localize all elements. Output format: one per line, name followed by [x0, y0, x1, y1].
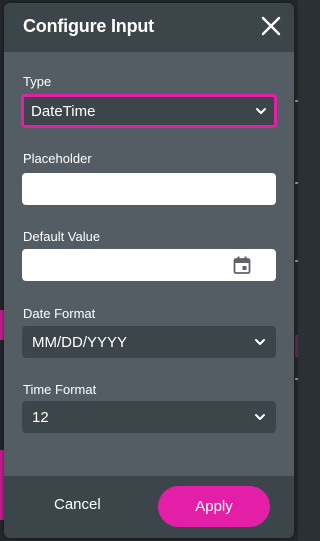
chevron-down-icon: [255, 339, 265, 345]
chevron-down-icon: [255, 414, 265, 420]
default-value-input[interactable]: [22, 249, 276, 281]
dialog-header: Configure Input: [4, 3, 294, 52]
backdrop-divider: [295, 100, 298, 102]
date-format-label: Date Format: [23, 306, 96, 321]
placeholder-input[interactable]: [22, 173, 276, 205]
dialog-footer: Cancel Apply: [4, 476, 294, 538]
dialog-title: Configure Input: [23, 16, 154, 36]
type-select[interactable]: DateTime: [21, 94, 277, 128]
placeholder-label: Placeholder: [23, 151, 92, 166]
chevron-down-icon: [256, 108, 266, 114]
type-label: Type: [23, 74, 52, 89]
time-format-value: 12: [32, 409, 49, 426]
type-select-value: DateTime: [31, 103, 96, 120]
backdrop-divider: [295, 182, 298, 184]
backdrop-divider: [295, 378, 298, 380]
date-format-value: MM/DD/YYYY: [32, 334, 128, 351]
configure-input-dialog: Configure Input Type DateTime Placeholde…: [4, 3, 294, 538]
time-format-select[interactable]: 12: [22, 401, 276, 433]
backdrop-divider: [295, 260, 298, 262]
apply-button[interactable]: Apply: [158, 486, 270, 527]
calendar-icon[interactable]: [232, 255, 252, 275]
date-format-select[interactable]: MM/DD/YYYY: [22, 326, 276, 358]
backdrop-accent-right: [295, 335, 298, 357]
time-format-label: Time Format: [23, 382, 97, 397]
close-icon[interactable]: [259, 14, 283, 38]
default-value-label: Default Value: [23, 229, 101, 244]
cancel-button[interactable]: Cancel: [54, 496, 101, 513]
